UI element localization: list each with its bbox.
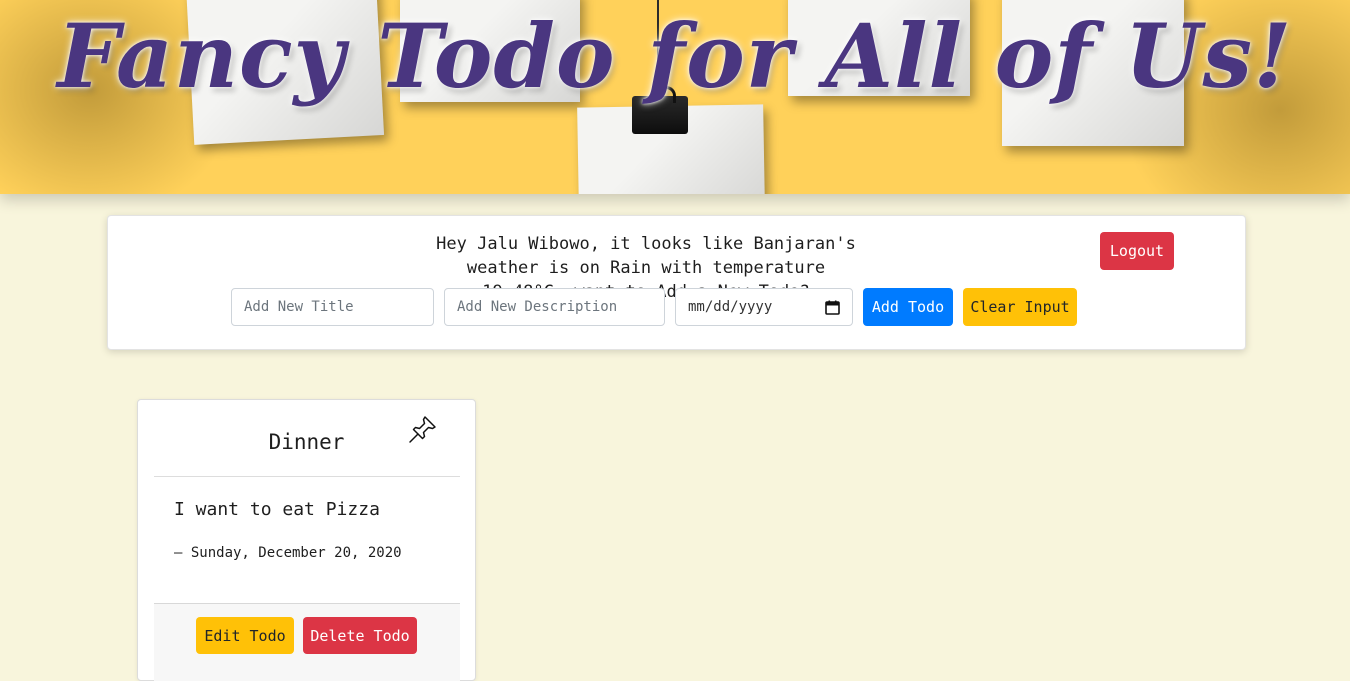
calendar-icon[interactable] <box>825 300 840 315</box>
banner-title: Fancy Todo for All of Us! <box>57 4 1293 108</box>
title-input[interactable] <box>231 288 434 326</box>
logout-button[interactable]: Logout <box>1100 232 1174 270</box>
pushpin-icon[interactable] <box>408 414 438 444</box>
add-todo-button[interactable]: Add Todo <box>863 288 953 326</box>
todo-due-date: — Sunday, December 20, 2020 <box>174 545 402 561</box>
date-placeholder: mm/dd/yyyy <box>688 299 773 315</box>
card-divider <box>154 476 460 477</box>
header-banner: Fancy Todo for All of Us! <box>0 0 1350 194</box>
clear-input-button[interactable]: Clear Input <box>963 288 1077 326</box>
edit-todo-button[interactable]: Edit Todo <box>196 617 294 654</box>
description-input[interactable] <box>444 288 665 326</box>
add-todo-panel: Hey Jalu Wibowo, it looks like Banjaran'… <box>107 215 1246 350</box>
todo-card-footer: Edit Todo Delete Todo <box>154 603 460 681</box>
due-date-input[interactable]: mm/dd/yyyy <box>675 288 853 326</box>
delete-todo-button[interactable]: Delete Todo <box>303 617 417 654</box>
todo-description: I want to eat Pizza <box>174 499 380 520</box>
todo-card: Dinner I want to eat Pizza — Sunday, Dec… <box>137 399 476 681</box>
